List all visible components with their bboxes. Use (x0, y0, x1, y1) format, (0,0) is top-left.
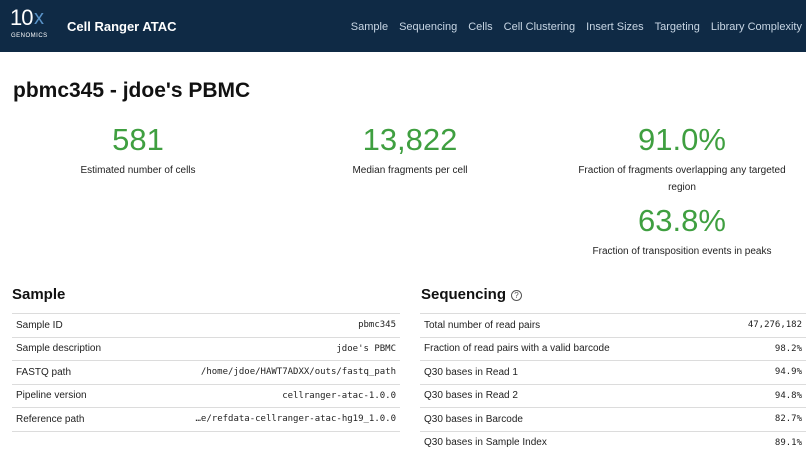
nav-item-sample[interactable]: Sample (351, 21, 388, 33)
top-navigation-bar: 10 x GENOMICS Cell Ranger ATAC Sample Se… (0, 0, 806, 52)
sequencing-title-text: Sequencing (421, 286, 507, 303)
row-key: Reference path (12, 407, 132, 432)
page-title: pbmc345 - jdoe's PBMC (13, 79, 251, 102)
sample-table: Sample ID pbmc345 Sample description jdo… (12, 313, 400, 432)
row-key: Pipeline version (12, 383, 132, 408)
nav-item-cells[interactable]: Cells (468, 21, 492, 33)
nav-item-insert-sizes[interactable]: Insert Sizes (586, 21, 643, 33)
table-row: Fraction of read pairs with a valid barc… (420, 336, 806, 361)
nav-item-sequencing[interactable]: Sequencing (399, 21, 457, 33)
metric-peaks-fraction: 63.8% Fraction of transposition events i… (566, 203, 798, 260)
metric-median-fragments: 13,822 Median fragments per cell (320, 122, 500, 179)
row-key: Sample ID (12, 313, 132, 337)
sequencing-section-title: Sequencing? (421, 286, 523, 303)
row-key: Fraction of read pairs with a valid barc… (420, 336, 713, 361)
row-value: jdoe's PBMC (131, 336, 400, 361)
row-key: FASTQ path (12, 360, 132, 384)
app-title: Cell Ranger ATAC (67, 19, 177, 34)
metric-value: 581 (112, 122, 164, 157)
logo-x-mark: x (34, 7, 44, 29)
logo-main-text: 10 (10, 5, 34, 30)
metric-targeted-fraction: 91.0% Fraction of fragments overlapping … (566, 122, 798, 196)
metric-label: Median fragments per cell (352, 165, 468, 176)
help-icon[interactable]: ? (511, 289, 523, 301)
nav-item-cell-clustering[interactable]: Cell Clustering (504, 21, 576, 33)
row-value: 94.9% (712, 360, 806, 384)
10x-genomics-logo[interactable]: 10 x GENOMICS (10, 5, 54, 45)
table-row: FASTQ path /home/jdoe/HAWT7ADXX/outs/fas… (12, 360, 400, 384)
row-key: Q30 bases in Sample Index (420, 430, 713, 452)
row-value: cellranger-atac-1.0.0 (131, 383, 400, 408)
row-key: Sample description (12, 336, 132, 361)
row-value: pbmc345 (131, 313, 400, 337)
table-row: Q30 bases in Barcode 82.7% (420, 407, 806, 431)
row-value: 47,276,182 (712, 313, 806, 337)
row-value: 82.7% (712, 407, 806, 431)
row-key: Total number of read pairs (420, 313, 713, 337)
metric-estimated-cells: 581 Estimated number of cells (48, 122, 228, 179)
table-row: Total number of read pairs 47,276,182 (420, 313, 806, 337)
table-row: Q30 bases in Read 2 94.8% (420, 383, 806, 408)
sequencing-table: Total number of read pairs 47,276,182 Fr… (420, 313, 806, 452)
row-value: /home/jdoe/HAWT7ADXX/outs/fastq_path (131, 360, 400, 384)
table-row: Q30 bases in Read 1 94.9% (420, 360, 806, 384)
nav-item-library-complexity[interactable]: Library Complexity (711, 21, 802, 33)
row-key: Q30 bases in Read 1 (420, 360, 713, 384)
nav-menu: Sample Sequencing Cells Cell Clustering … (340, 21, 802, 33)
row-value: …e/refdata-cellranger-atac-hg19_1.0.0 (131, 407, 400, 432)
table-row: Reference path …e/refdata-cellranger-ata… (12, 407, 400, 432)
table-row: Sample description jdoe's PBMC (12, 336, 400, 361)
metric-value: 63.8% (638, 203, 726, 238)
row-key: Q30 bases in Barcode (420, 407, 713, 431)
row-value: 98.2% (712, 336, 806, 361)
logo-sub-text: GENOMICS (11, 33, 48, 39)
sample-section-title: Sample (12, 286, 66, 303)
row-key: Q30 bases in Read 2 (420, 383, 713, 408)
table-row: Q30 bases in Sample Index 89.1% (420, 430, 806, 452)
metric-value: 13,822 (362, 122, 458, 157)
metric-label: Estimated number of cells (80, 165, 196, 176)
metric-label: Fraction of transposition events in peak… (592, 246, 772, 257)
table-row: Pipeline version cellranger-atac-1.0.0 (12, 383, 400, 408)
nav-item-targeting[interactable]: Targeting (655, 21, 700, 33)
row-value: 89.1% (712, 430, 806, 452)
metric-label: Fraction of fragments overlapping any ta… (578, 165, 786, 193)
metric-value: 91.0% (638, 122, 726, 157)
row-value: 94.8% (712, 383, 806, 408)
table-row: Sample ID pbmc345 (12, 313, 400, 337)
